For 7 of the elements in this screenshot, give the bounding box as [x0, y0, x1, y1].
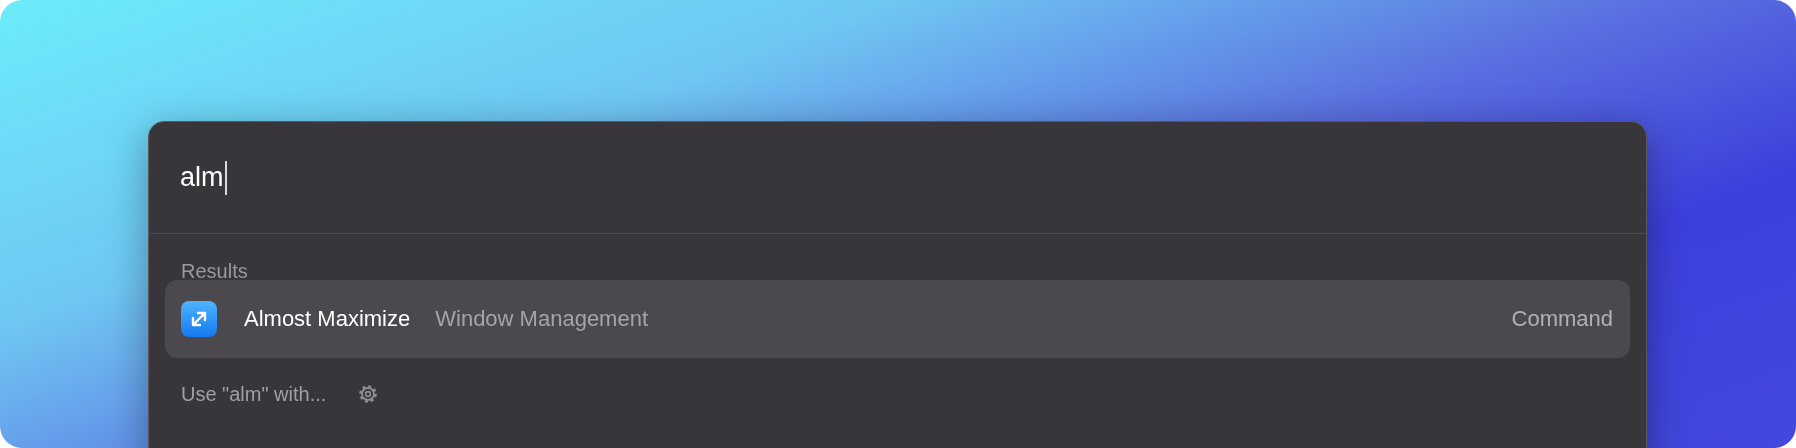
fallback-label: Use "alm" with...	[181, 382, 327, 406]
result-type: Command	[1511, 306, 1613, 332]
result-subtitle: Window Management	[435, 306, 649, 332]
section-title: Results	[180, 259, 249, 280]
search-field[interactable]: alm	[180, 160, 227, 195]
result-title: Almost Maximize	[244, 306, 411, 332]
result-item[interactable]: Almost Maximize Window Management Command	[165, 280, 1630, 358]
